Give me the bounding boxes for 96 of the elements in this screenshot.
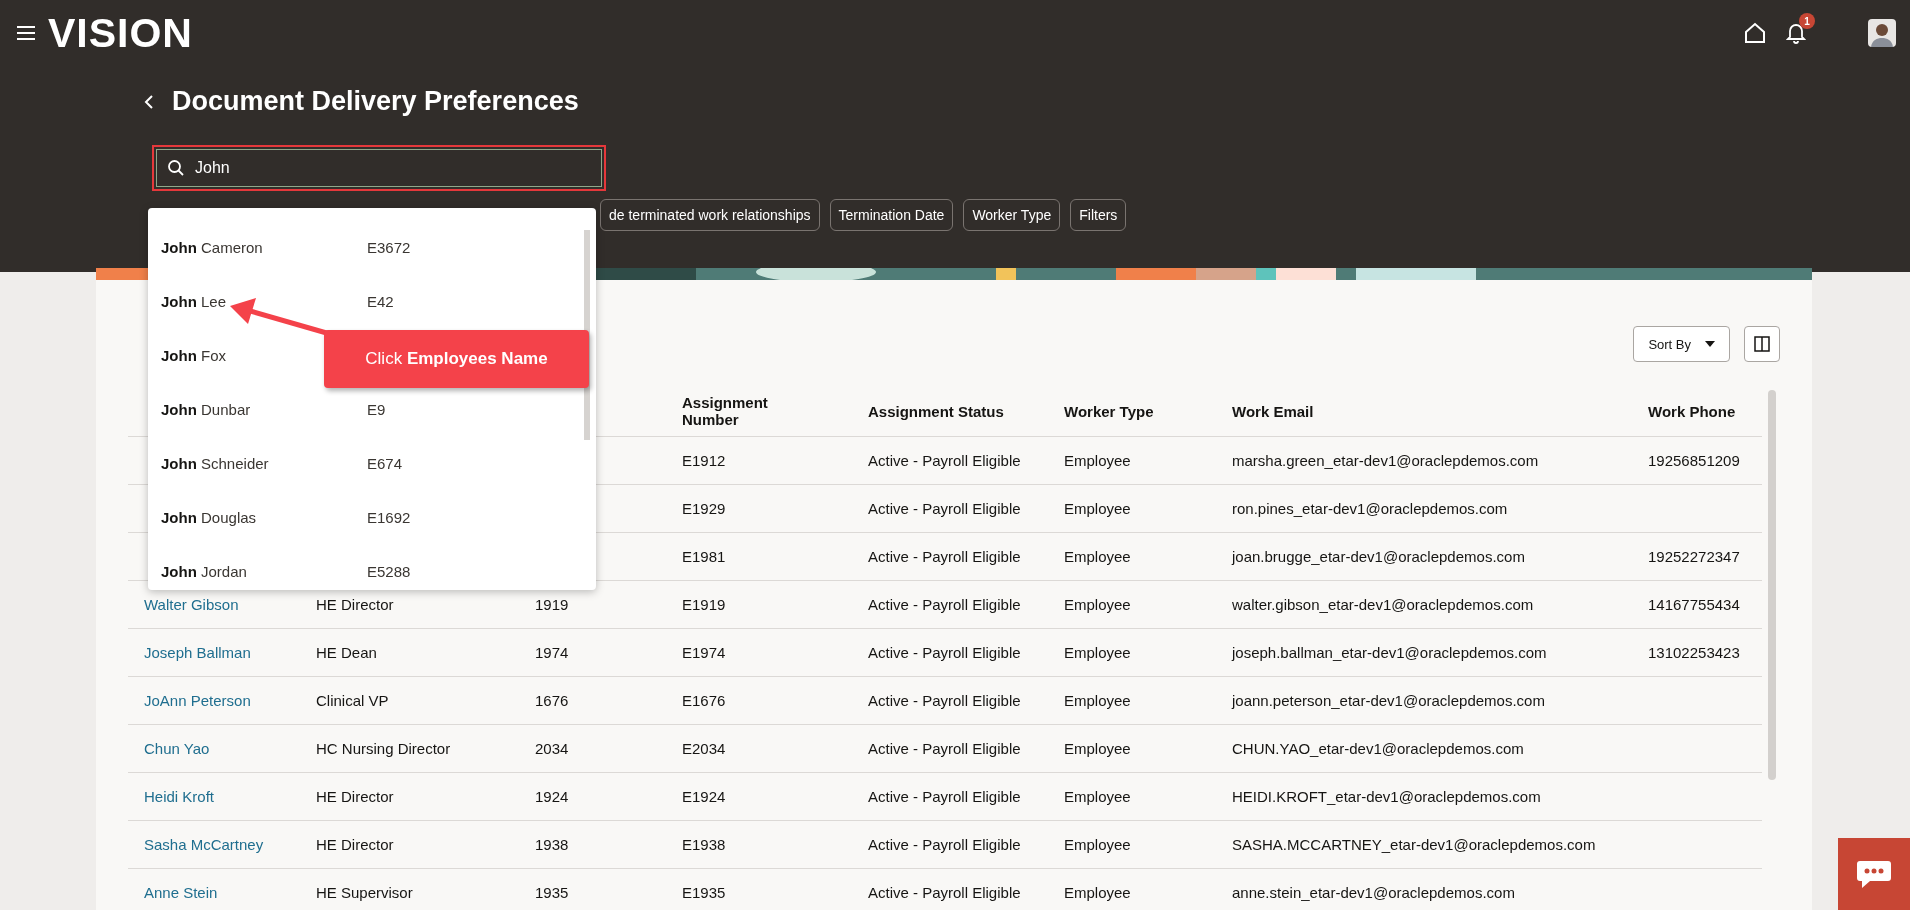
filter-chip[interactable]: de terminated work relationships — [600, 199, 820, 231]
home-icon[interactable] — [1744, 22, 1766, 44]
table-cell-text: Active - Payroll Eligible — [867, 692, 1022, 709]
filter-chip[interactable]: Termination Date — [829, 199, 954, 231]
table-cell-text: marsha.green_etar-dev1@oraclepdemos.com — [1231, 452, 1540, 469]
sort-by-button[interactable]: Sort By — [1633, 326, 1730, 362]
table-cell-text: Employee — [1063, 884, 1132, 901]
table-cell-text: HC Nursing Director — [315, 740, 452, 757]
table-cell-text: 1924 — [534, 788, 570, 805]
suggestion-item[interactable]: John Schneider E674 — [148, 436, 596, 490]
table-cell-text: HE Director — [315, 836, 395, 853]
table-cell-text: Employee — [1063, 500, 1132, 517]
suggestion-item[interactable]: John Douglas E1692 — [148, 490, 596, 544]
employee-link[interactable]: Heidi Kroft — [128, 788, 300, 805]
table-cell-text: HE Dean — [315, 644, 378, 661]
callout-text: Click Employees Name — [365, 349, 548, 369]
table-cell-text: E1929 — [681, 500, 727, 517]
table-cell-text: Clinical VP — [315, 692, 390, 709]
table-cell-text: anne.stein_etar-dev1@oraclepdemos.com — [1231, 884, 1516, 901]
table-cell-text: Employee — [1063, 596, 1132, 613]
table-cell-text: ron.pines_etar-dev1@oraclepdemos.com — [1231, 500, 1509, 517]
table-cell-text: 1676 — [534, 692, 570, 709]
table-cell-text: 1974 — [534, 644, 570, 661]
table-cell-text: Employee — [1063, 788, 1132, 805]
column-header[interactable]: Worker Type — [1048, 402, 1216, 420]
table-cell-text: HE Supervisor — [315, 884, 414, 901]
table-cell-text: E1935 — [681, 884, 727, 901]
user-avatar[interactable] — [1868, 19, 1896, 47]
table-cell-text: Employee — [1063, 644, 1132, 661]
table-cell-text: HE Director — [315, 596, 395, 613]
columns-icon[interactable] — [1744, 326, 1780, 362]
table-cell-text: Active - Payroll Eligible — [867, 740, 1022, 757]
filter-chip[interactable]: Filters — [1070, 199, 1127, 231]
caret-icon — [1705, 341, 1715, 347]
back-icon[interactable] — [144, 93, 154, 110]
table-cell-text: Active - Payroll Eligible — [867, 500, 1022, 517]
table-cell-text: 19252272347 — [1647, 548, 1741, 565]
table-cell-text: joseph.ballman_etar-dev1@oraclepdemos.com — [1230, 644, 1548, 661]
bell-icon[interactable] — [1786, 22, 1806, 44]
column-header[interactable]: Assignment Status — [852, 402, 1048, 420]
table-cell-text: CHUN.YAO_etar-dev1@oraclepdemos.com — [1231, 740, 1525, 757]
suggestion-item[interactable]: John Lee E42 — [148, 274, 596, 328]
employee-link[interactable]: JoAnn Peterson — [128, 692, 300, 709]
filter-chip[interactable]: Worker Type — [963, 199, 1061, 231]
employee-link[interactable]: Anne Stein — [128, 884, 300, 901]
employee-link[interactable]: Sasha McCartney — [128, 836, 300, 853]
table-cell-text: E1924 — [681, 788, 727, 805]
table-cell-text: 1938 — [534, 836, 570, 853]
table-cell-text: Active - Payroll Eligible — [867, 836, 1022, 853]
table-cell-text: HEIDI.KROFT_etar-dev1@oraclepdemos.com — [1231, 788, 1542, 805]
table-cell-text: Active - Payroll Eligible — [867, 644, 1022, 661]
table-cell-text: 14167755434 — [1647, 596, 1741, 613]
search-icon — [167, 159, 185, 177]
table-cell-text: HE Director — [315, 788, 395, 805]
search-field[interactable]: John — [156, 149, 602, 187]
table-cell-text: Employee — [1063, 452, 1132, 469]
chat-icon — [1856, 859, 1892, 889]
table-cell-text: walter.gibson_etar-dev1@oraclepdemos.com — [1231, 596, 1535, 613]
column-header[interactable]: Work Email — [1216, 402, 1632, 420]
menu-icon[interactable] — [16, 25, 36, 41]
table-cell-text: Active - Payroll Eligible — [867, 884, 1022, 901]
table-cell-text: 1935 — [534, 884, 570, 901]
table-cell-text: 19256851209 — [1647, 452, 1741, 469]
table-cell-text: E1919 — [681, 596, 727, 613]
table-cell-text: E1912 — [681, 452, 727, 469]
app-logo: VISION — [48, 9, 193, 57]
column-header[interactable]: Work Phone — [1632, 402, 1762, 420]
page-title: Document Delivery Preferences — [172, 86, 579, 117]
table-cell-text: Active - Payroll Eligible — [867, 788, 1022, 805]
suggestion-item[interactable]: John Cameron E3672 — [148, 220, 596, 274]
table-cell-text: 2034 — [534, 740, 570, 757]
table-cell-text: Employee — [1063, 548, 1132, 565]
table-cell-text: Active - Payroll Eligible — [867, 452, 1022, 469]
table-cell-text: joan.brugge_etar-dev1@oraclepdemos.com — [1230, 548, 1526, 565]
employee-link[interactable]: Joseph Ballman — [128, 644, 300, 661]
chat-button[interactable] — [1838, 838, 1910, 910]
column-header[interactable]: Assignment Number — [666, 394, 792, 428]
suggestion-item[interactable]: John Jordan E5288 — [148, 544, 596, 598]
table-cell-text: E1938 — [681, 836, 727, 853]
scrollbar[interactable] — [1768, 390, 1776, 780]
table-cell-text: E1974 — [681, 644, 727, 661]
table-cell-text: E1981 — [681, 548, 727, 565]
table-cell-text: 13102253423 — [1647, 644, 1741, 661]
table-cell-text: Active - Payroll Eligible — [867, 596, 1022, 613]
table-cell-text: E1676 — [681, 692, 727, 709]
table-cell-text: SASHA.MCCARTNEY_etar-dev1@oraclepdemos.com — [1231, 836, 1597, 853]
table-cell-text: Active - Payroll Eligible — [867, 548, 1022, 565]
table-cell-text: 1919 — [534, 596, 570, 613]
table-cell-text: E2034 — [681, 740, 727, 757]
notification-badge: 1 — [1799, 13, 1815, 29]
table-cell-text: Employee — [1063, 740, 1132, 757]
table-cell-text: joann.peterson_etar-dev1@oraclepdemos.com — [1230, 692, 1546, 709]
table-cell-text: Employee — [1063, 692, 1132, 709]
employee-link[interactable]: Chun Yao — [128, 740, 300, 757]
table-cell-text: Employee — [1063, 836, 1132, 853]
employee-link[interactable]: Walter Gibson — [128, 596, 300, 613]
